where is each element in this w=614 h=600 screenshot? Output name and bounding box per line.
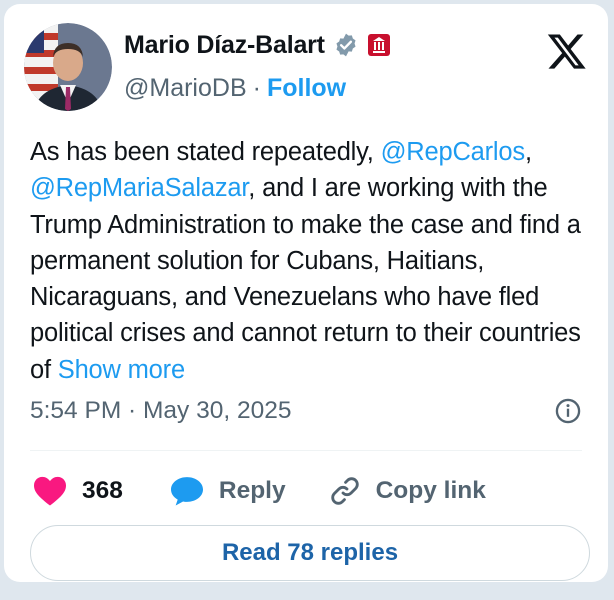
tweet-card: Mario Díaz-Balart @MarioDB · Follow As h… [4, 4, 608, 582]
mention-link[interactable]: @RepMariaSalazar [30, 174, 248, 202]
tweet-text-part: As has been stated repeatedly, [30, 138, 381, 166]
action-bar: 368 Reply Copy link [32, 474, 486, 508]
link-icon [330, 477, 359, 505]
avatar[interactable] [24, 23, 112, 111]
speech-bubble-icon [170, 477, 203, 506]
author-row: Mario Díaz-Balart [124, 28, 391, 62]
read-replies-button[interactable]: Read 78 replies [30, 525, 590, 581]
timestamp-row: 5:54 PM · May 30, 2025 [30, 397, 582, 425]
reply-button[interactable]: Reply [169, 475, 286, 507]
follow-button[interactable]: Follow [267, 74, 346, 103]
divider [30, 450, 582, 451]
show-more-link[interactable]: Show more [58, 356, 185, 384]
x-logo-icon[interactable] [546, 32, 586, 72]
author-name[interactable]: Mario Díaz-Balart [124, 31, 325, 60]
avatar-image [24, 23, 112, 111]
timestamp[interactable]: 5:54 PM · May 30, 2025 [30, 397, 291, 425]
handle-separator: · [252, 74, 261, 102]
info-icon[interactable] [554, 397, 582, 425]
copy-link-label: Copy link [375, 477, 486, 504]
tweet-text-part: , and I are working with the Trump Admin… [30, 174, 581, 384]
author-handle[interactable]: @MarioDB [124, 74, 247, 103]
like-count: 368 [82, 477, 123, 504]
tweet-text: As has been stated repeatedly, @RepCarlo… [30, 134, 590, 388]
affiliation-badge-icon[interactable] [367, 33, 391, 57]
verified-badge-icon [336, 33, 356, 57]
handle-row: @MarioDB · Follow [124, 74, 346, 103]
like-button[interactable]: 368 [32, 475, 123, 507]
tweet-text-part: , [524, 138, 532, 166]
reply-label: Reply [218, 477, 286, 504]
copy-link-button[interactable]: Copy link [328, 474, 486, 508]
mention-link[interactable]: @RepCarlos [381, 138, 526, 166]
heart-icon [34, 476, 66, 506]
